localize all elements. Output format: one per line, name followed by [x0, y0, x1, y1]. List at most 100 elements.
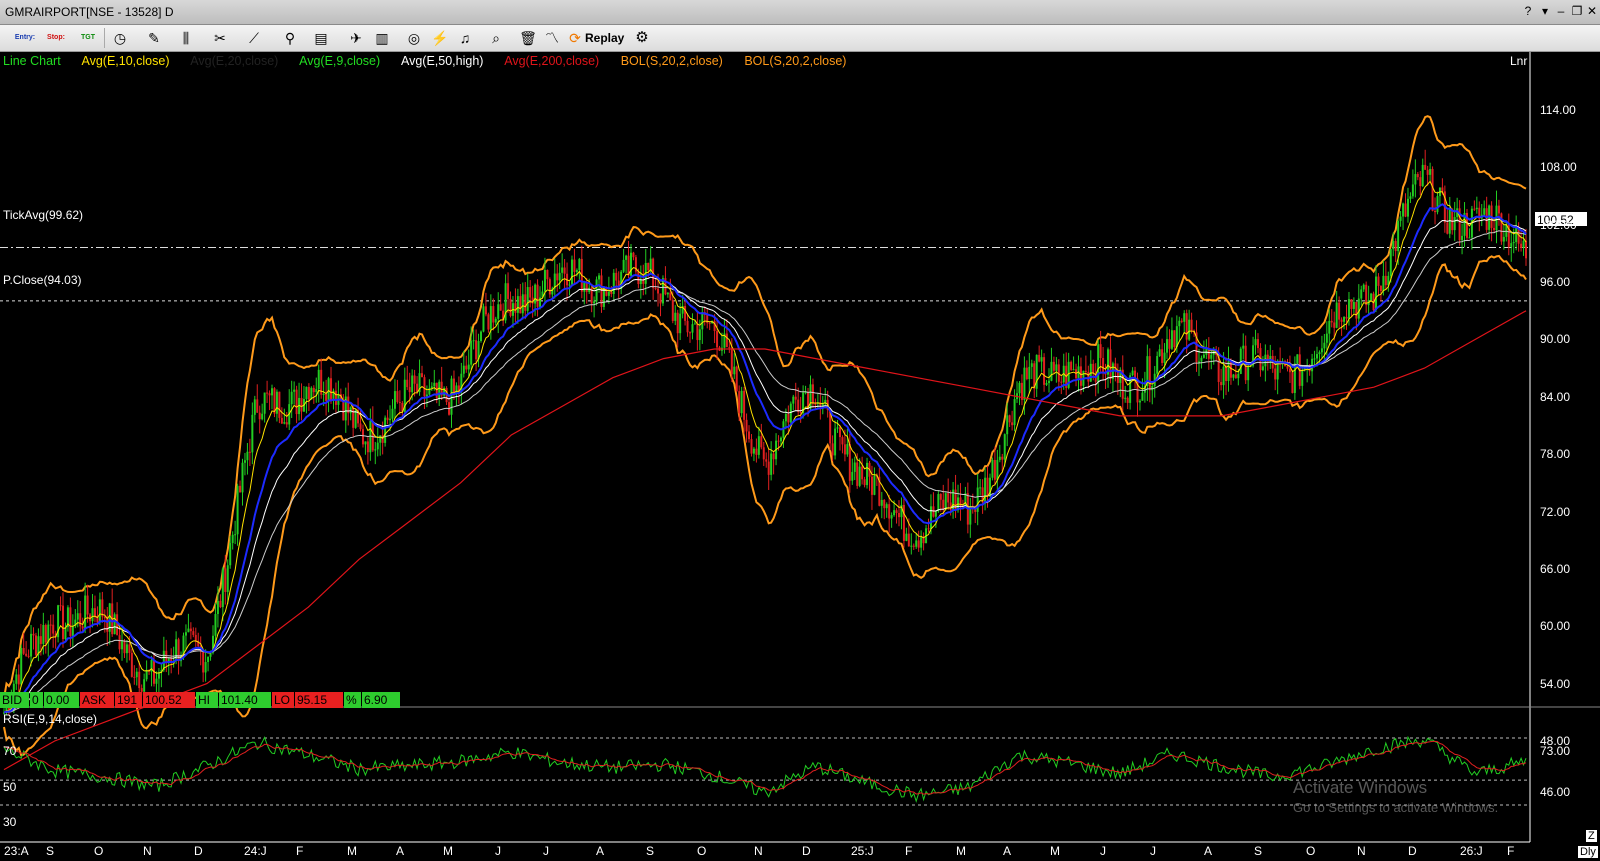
candle-body — [543, 269, 546, 292]
book-icon[interactable]: ▤ — [311, 29, 331, 47]
time-tick-label: J — [495, 844, 501, 858]
indicator-legend: Line Chart Avg(E,10,close) Avg(E,20,clos… — [3, 54, 864, 68]
minimize-icon[interactable]: – — [1553, 4, 1569, 18]
candle-body — [684, 305, 687, 321]
candle-body — [784, 413, 787, 422]
price-chart[interactable] — [0, 52, 1600, 861]
rsi-label[interactable]: RSI(E,9,14,close) — [3, 712, 97, 726]
candle-body — [325, 393, 328, 401]
candle-body — [1436, 196, 1439, 213]
candle-body — [1384, 275, 1387, 286]
zoom-corner-button[interactable]: Z — [1586, 830, 1597, 842]
legend-avg4[interactable]: Avg(E,50,high) — [401, 54, 483, 68]
legend-avg3[interactable]: Avg(E,9,close) — [299, 54, 380, 68]
scale-type-label[interactable]: Lnr — [1510, 54, 1527, 68]
legend-avg1[interactable]: Avg(E,10,close) — [81, 54, 169, 68]
candle-body — [939, 494, 942, 500]
airplane-icon[interactable]: ✈ — [346, 29, 366, 47]
candle-body — [848, 444, 851, 481]
candle-body — [556, 273, 559, 281]
indicator-icon[interactable]: ⚲ — [280, 29, 300, 47]
periodicity-button[interactable]: Dly — [1578, 846, 1598, 858]
legend-avg5[interactable]: Avg(E,200,close) — [504, 54, 599, 68]
candle-body — [1197, 361, 1200, 363]
candle-body — [1352, 301, 1355, 309]
candle-body — [1446, 222, 1449, 234]
candle-body — [1178, 320, 1181, 327]
legend-bol2[interactable]: BOL(S,20,2,close) — [744, 54, 846, 68]
candle-body — [413, 375, 416, 384]
candle-body — [1003, 434, 1006, 460]
candle-body — [256, 399, 259, 413]
time-tick-label: F — [1507, 844, 1515, 858]
candle-body — [1202, 354, 1205, 358]
candle-body — [858, 466, 861, 486]
candle-body — [863, 479, 866, 486]
bar-chart-icon[interactable]: ▥ — [372, 29, 392, 47]
candle-body — [831, 443, 834, 456]
candle-body — [1234, 374, 1237, 379]
candle-body — [1109, 349, 1112, 379]
time-tick-label: 23:A — [4, 844, 29, 858]
candle-body — [231, 534, 234, 544]
candle-body — [558, 272, 561, 281]
prev-close-label: P.Close(94.03) — [3, 273, 82, 287]
candle-icon[interactable]: ⫼ — [176, 29, 196, 47]
replay-button[interactable]: Replay — [585, 29, 629, 47]
candle-body — [465, 365, 468, 370]
ema-yellow-line — [3, 180, 1527, 713]
candle-body — [1429, 168, 1432, 175]
candle-body — [20, 647, 23, 685]
tgt-button[interactable]: TGT — [78, 29, 98, 47]
candle-body — [1473, 208, 1476, 210]
menu-dropdown-icon[interactable]: ▾ — [1537, 4, 1553, 18]
time-tick-label: A — [596, 844, 605, 858]
settings-gear-icon[interactable]: ⚙ — [632, 29, 652, 47]
candle-body — [991, 460, 994, 478]
time-tick-label: O — [94, 844, 104, 858]
candle-body — [116, 614, 119, 636]
legend-line-chart[interactable]: Line Chart — [3, 54, 61, 68]
tick-avg-label: TickAvg(99.62) — [3, 208, 84, 222]
legend-bol1[interactable]: BOL(S,20,2,close) — [621, 54, 723, 68]
line-chart-icon[interactable]: 〽 — [542, 29, 562, 47]
candle-body — [155, 678, 158, 684]
candle-body — [998, 456, 1001, 460]
candle-body — [376, 442, 379, 450]
replay-icon[interactable]: ⟳ — [566, 29, 584, 47]
candle-body — [1025, 367, 1028, 380]
help-icon[interactable]: ? — [1520, 4, 1536, 18]
candle-body — [39, 636, 42, 644]
candle-body — [851, 471, 854, 481]
candle-body — [283, 422, 286, 424]
clock-icon[interactable]: ◷ — [110, 29, 130, 47]
candle-body — [708, 323, 711, 325]
time-tick-label: S — [1254, 844, 1263, 858]
candle-body — [386, 417, 389, 421]
candle-body — [861, 466, 864, 480]
candle-body — [64, 627, 67, 640]
entry-button[interactable]: Entry: — [14, 29, 36, 47]
draw-tool-icon[interactable]: ✎ — [144, 29, 164, 47]
zoom-icon[interactable]: ⌕ — [486, 29, 506, 47]
stop-button[interactable]: Stop: — [45, 29, 67, 47]
scissors-icon[interactable]: ✂ — [210, 29, 230, 47]
candle-body — [1313, 358, 1316, 360]
trend-icon[interactable]: ⟋ — [244, 29, 264, 47]
trash-icon[interactable]: 🗑 — [518, 29, 538, 47]
candle-body — [1156, 356, 1159, 374]
lo-label: LO — [272, 692, 294, 708]
compass-icon[interactable]: ◎ — [404, 29, 424, 47]
bell-icon[interactable]: ♫ — [455, 29, 475, 47]
restore-icon[interactable]: ❐ — [1569, 4, 1585, 18]
legend-avg2[interactable]: Avg(E,20,close) — [190, 54, 278, 68]
ask-label: ASK — [80, 692, 114, 708]
candle-body — [1254, 339, 1257, 346]
close-icon[interactable]: ✕ — [1584, 4, 1600, 18]
candle-body — [920, 537, 923, 548]
candle-body — [755, 448, 758, 455]
candle-body — [1286, 365, 1289, 369]
candle-body — [295, 389, 298, 415]
candle-body — [138, 671, 141, 689]
wand-icon[interactable]: ⚡ — [430, 29, 450, 47]
